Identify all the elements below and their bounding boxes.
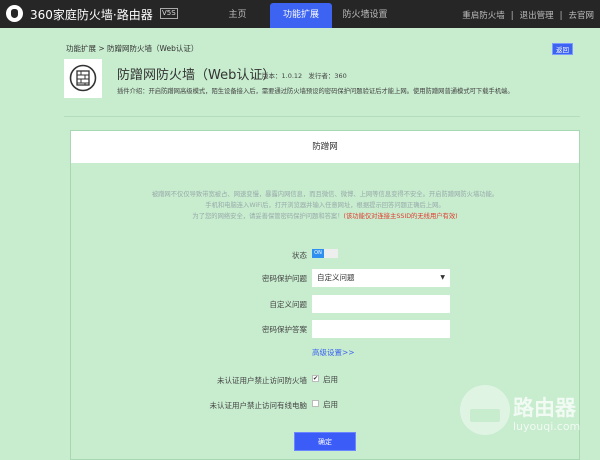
plugin-firewall-icon: [64, 59, 102, 98]
divider: [64, 116, 580, 117]
intro-warning: (该功能仅对连接主SSID的无线用户有效): [343, 213, 458, 220]
question-row: 密码保护问题 自定义问题 ▼: [71, 269, 579, 287]
question-value: 自定义问题: [317, 273, 355, 282]
intro-line: 为了您的网络安全，请妥善保管密码保护问题和答案！: [192, 213, 344, 220]
answer-label: 密码保护答案: [262, 325, 307, 334]
block-firewall-label: 未认证用户禁止访问防火墙: [217, 376, 307, 385]
breadcrumb: 功能扩展 > 防蹭网防火墙（Web认证）: [66, 44, 199, 53]
brand: 360家庭防火墙·路由器: [30, 8, 153, 22]
card-intro: 被蹭网不仅仅导致带宽被占、网速变慢，暴露内网信息，而且微信、微博、上网等信息变得…: [71, 189, 579, 222]
plugin-version: 版本：1.0.12: [262, 72, 303, 80]
question-label: 密码保护问题: [262, 274, 307, 283]
custom-question-input[interactable]: [312, 295, 450, 313]
custom-question-label: 自定义问题: [269, 300, 308, 309]
back-button[interactable]: 返回: [552, 43, 573, 55]
enable-label: 启用: [323, 375, 338, 384]
block-wired-label: 未认证用户禁止访问有线电脑: [209, 401, 308, 410]
intro-line: 被蹭网不仅仅导致带宽被占、网速变慢，暴露内网信息，而且微信、微博、上网等信息变得…: [151, 191, 499, 198]
restart-link[interactable]: 重启防火墙: [462, 11, 505, 21]
watermark-url: luyouqi.com: [513, 420, 581, 433]
top-bar: 360家庭防火墙·路由器 V5S 主页 功能扩展 防火墙设置 重启防火墙 | 退出管…: [0, 0, 600, 28]
plugin-description: 插件介绍：开启防蹭网高级模式，陌生设备接入后，需要通过防火墙预设的密码保护问题验…: [117, 88, 514, 95]
toggle-on-label: ON: [312, 249, 324, 258]
block-firewall-row: 未认证用户禁止访问防火墙 ✔ 启用: [71, 371, 579, 389]
block-firewall-checkbox[interactable]: ✔: [312, 375, 319, 382]
version-badge: V5S: [160, 8, 178, 19]
plugin-title: 防蹭网防火墙（Web认证）: [117, 68, 276, 83]
status-row: 状态 ON: [71, 246, 579, 264]
tab-home[interactable]: 主页: [210, 0, 265, 28]
answer-input[interactable]: [312, 320, 450, 338]
advanced-row: 高级设置>>: [71, 345, 579, 363]
plugin-publisher: 发行者：360: [308, 72, 347, 80]
header-links: 重启防火墙 | 退出管理 | 去官网: [462, 11, 594, 21]
intro-line: 手机和电脑连入WiFi后，打开浏览器并输入任意网址，根据提示回答问题正确后上网。: [205, 202, 445, 209]
submit-button[interactable]: 确定: [294, 432, 356, 451]
tab-extensions[interactable]: 功能扩展: [270, 3, 332, 28]
logo-icon: [6, 5, 23, 22]
status-label: 状态: [292, 251, 307, 260]
logout-link[interactable]: 退出管理: [520, 11, 554, 21]
official-site-link[interactable]: 去官网: [568, 11, 594, 21]
block-wired-checkbox[interactable]: [312, 400, 319, 407]
watermark-router-icon: [460, 385, 510, 435]
enable-label: 启用: [323, 400, 338, 409]
caret-down-icon: ▼: [440, 274, 445, 281]
answer-row: 密码保护答案: [71, 320, 579, 338]
card-title: 防蹭网: [71, 131, 579, 163]
question-select[interactable]: 自定义问题 ▼: [312, 269, 450, 287]
custom-question-row: 自定义问题: [71, 295, 579, 313]
status-toggle[interactable]: ON: [312, 249, 338, 258]
watermark-title: 路由器: [513, 396, 576, 420]
plugin-meta: 版本：1.0.12 发行者：360: [262, 70, 347, 80]
advanced-settings-link[interactable]: 高级设置>>: [312, 347, 355, 358]
tab-firewall-settings[interactable]: 防火墙设置: [334, 0, 396, 28]
